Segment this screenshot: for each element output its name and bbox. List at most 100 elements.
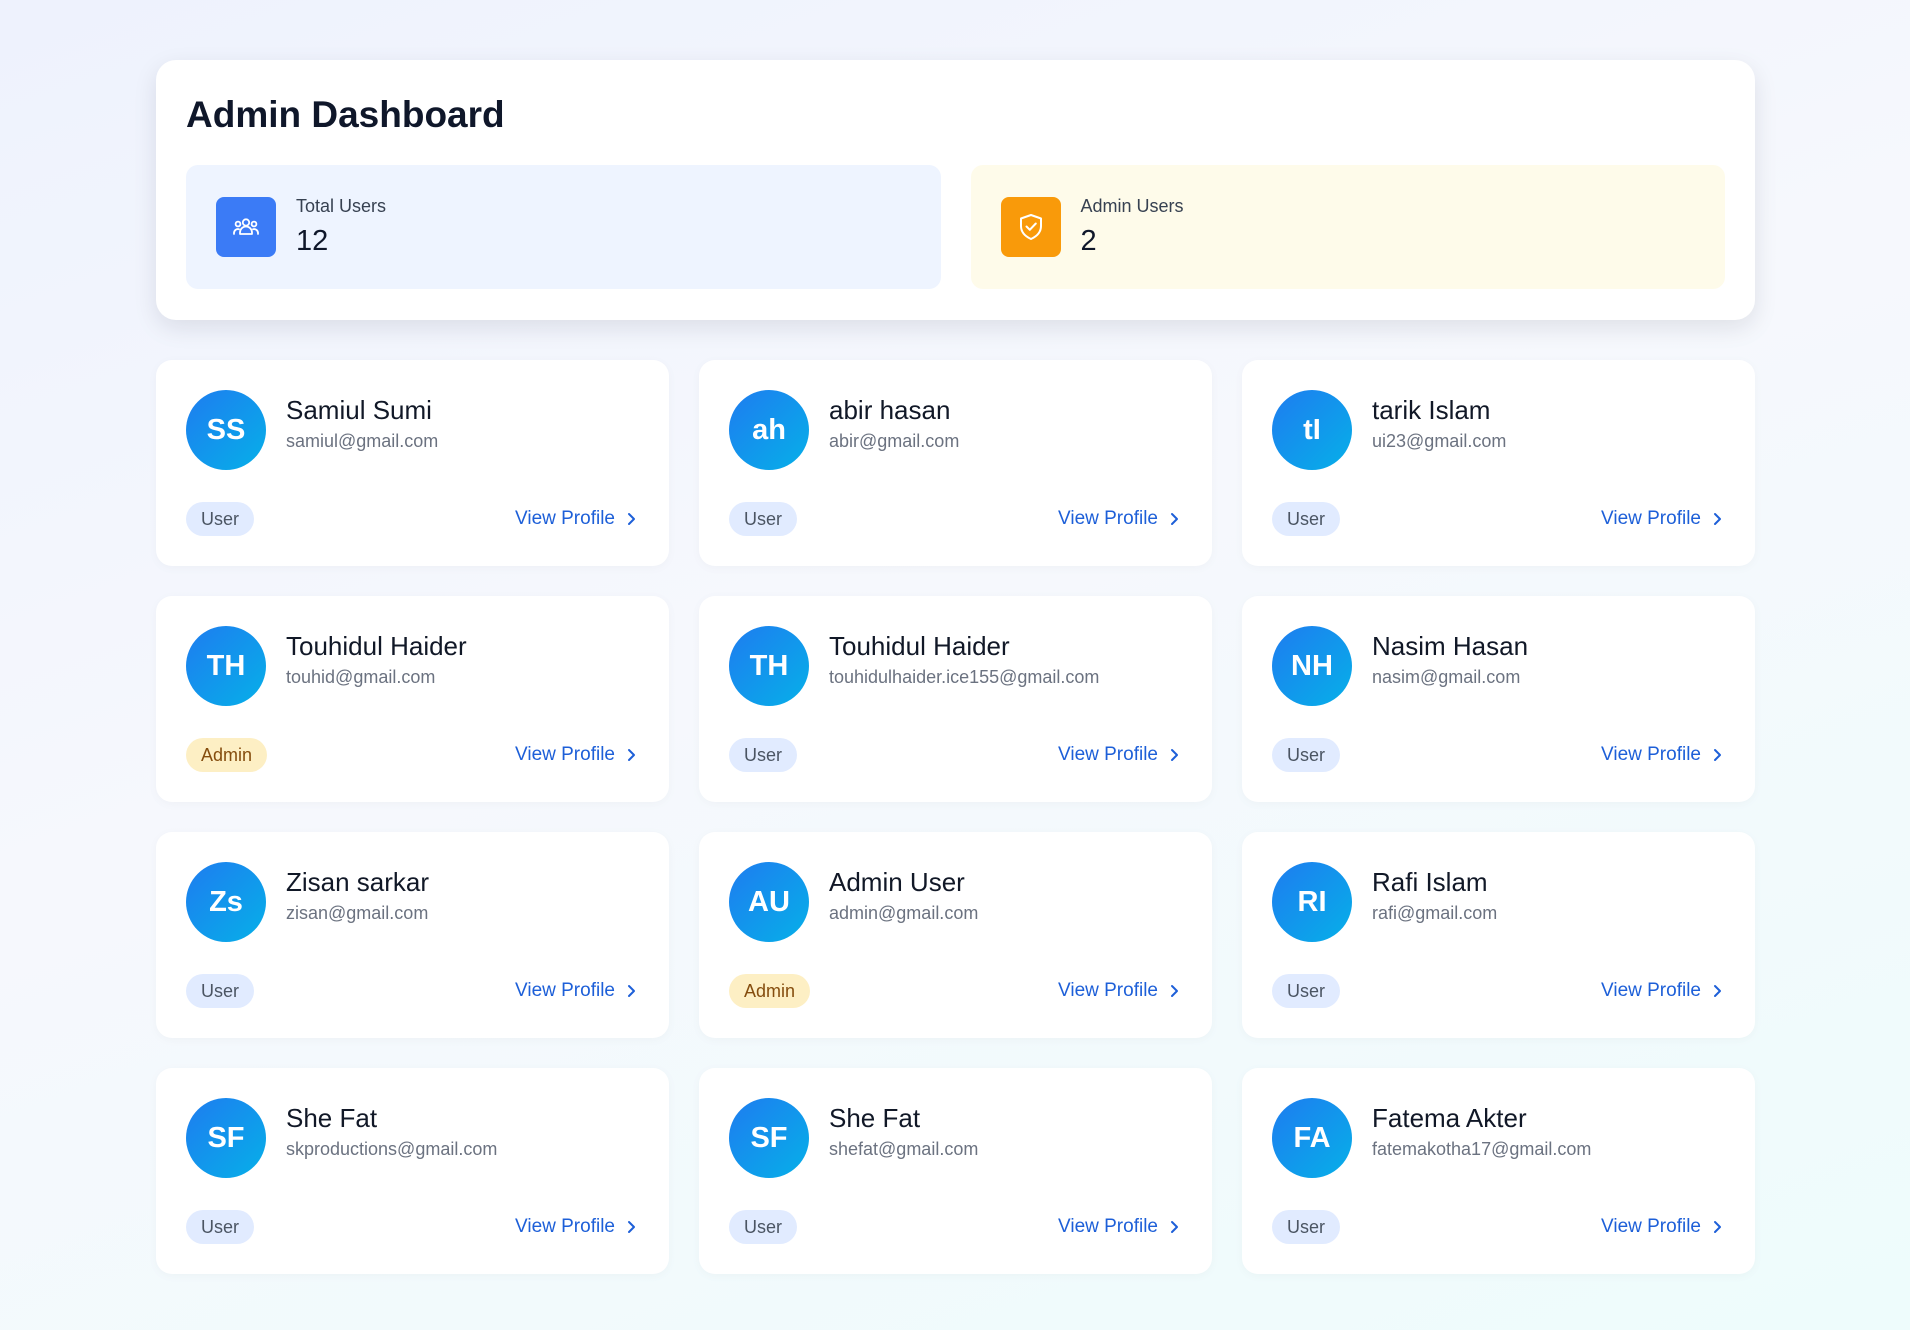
view-profile-label[interactable]: View Profile xyxy=(515,508,615,530)
user-card-header: FA Fatema Akter fatemakotha17@gmail.com xyxy=(1272,1098,1725,1178)
user-card-header: Zs Zisan sarkar zisan@gmail.com xyxy=(186,862,639,942)
user-card-header: ah abir hasan abir@gmail.com xyxy=(729,390,1182,470)
stat-label: Admin Users xyxy=(1080,196,1184,216)
user-card: NH Nasim Hasan nasim@gmail.com User View… xyxy=(1242,596,1755,802)
view-profile-link[interactable]: View Profile xyxy=(1601,980,1723,1002)
user-card-footer: User View Profile xyxy=(186,502,639,536)
view-profile-label[interactable]: View Profile xyxy=(1058,508,1158,530)
chevron-right-icon xyxy=(1171,985,1178,997)
view-profile-link[interactable]: View Profile xyxy=(1601,744,1723,766)
avatar: SF xyxy=(186,1098,266,1178)
user-info: Zisan sarkar zisan@gmail.com xyxy=(286,868,429,924)
user-card: SF She Fat shefat@gmail.com User View Pr… xyxy=(699,1068,1212,1274)
view-profile-label[interactable]: View Profile xyxy=(1058,744,1158,766)
user-card-footer: User View Profile xyxy=(186,1210,639,1244)
user-name: Rafi Islam xyxy=(1372,867,1488,898)
user-info: Samiul Sumi samiul@gmail.com xyxy=(286,396,438,452)
user-card-header: tI tarik Islam ui23@gmail.com xyxy=(1272,390,1725,470)
user-card: ah abir hasan abir@gmail.com User View P… xyxy=(699,360,1212,566)
user-card: SS Samiul Sumi samiul@gmail.com User Vie… xyxy=(156,360,669,566)
user-card-footer: User View Profile xyxy=(1272,502,1725,536)
view-profile-label[interactable]: View Profile xyxy=(1601,744,1701,766)
chevron-right-icon xyxy=(1171,1221,1178,1233)
view-profile-link[interactable]: View Profile xyxy=(1058,744,1180,766)
user-card-header: TH Touhidul Haider touhid@gmail.com xyxy=(186,626,639,706)
view-profile-label[interactable]: View Profile xyxy=(515,1216,615,1238)
role-badge: User xyxy=(1272,1210,1341,1244)
role-badge: User xyxy=(1272,738,1341,772)
avatar: RI xyxy=(1272,862,1352,942)
chevron-right-icon xyxy=(1714,513,1721,525)
user-info: Admin User admin@gmail.com xyxy=(829,868,978,924)
role-badge: User xyxy=(729,1210,798,1244)
avatar: AU xyxy=(729,862,809,942)
role-badge: Admin xyxy=(186,738,268,772)
user-name: Touhidul Haider xyxy=(286,631,467,662)
view-profile-label[interactable]: View Profile xyxy=(1601,1216,1701,1238)
user-name: Samiul Sumi xyxy=(286,395,432,426)
avatar: TH xyxy=(729,626,809,706)
view-profile-label[interactable]: View Profile xyxy=(1601,980,1701,1002)
user-name: Zisan sarkar xyxy=(286,867,430,898)
user-card-grid: SS Samiul Sumi samiul@gmail.com User Vie… xyxy=(156,360,1755,1274)
view-profile-label[interactable]: View Profile xyxy=(1058,980,1158,1002)
view-profile-label[interactable]: View Profile xyxy=(1601,508,1701,530)
chevron-right-icon xyxy=(1714,1221,1721,1233)
user-card: TH Touhidul Haider touhid@gmail.com Admi… xyxy=(156,596,669,802)
view-profile-link[interactable]: View Profile xyxy=(1601,1216,1723,1238)
view-profile-label[interactable]: View Profile xyxy=(515,744,615,766)
avatar-initials: TH xyxy=(206,649,246,682)
stat-value: 12 xyxy=(296,225,329,257)
avatar-initials: SS xyxy=(206,413,246,446)
dashboard-container: Admin Dashboard Total Users 12 Admin Use… xyxy=(156,60,1755,1274)
user-card: tI tarik Islam ui23@gmail.com User View … xyxy=(1242,360,1755,566)
avatar-initials: ah xyxy=(752,413,786,446)
user-name: Admin User xyxy=(829,867,965,898)
user-card: FA Fatema Akter fatemakotha17@gmail.com … xyxy=(1242,1068,1755,1274)
role-badge: User xyxy=(186,1210,255,1244)
user-info: Rafi Islam rafi@gmail.com xyxy=(1372,868,1497,924)
user-card: RI Rafi Islam rafi@gmail.com User View P… xyxy=(1242,832,1755,1038)
avatar: tI xyxy=(1272,390,1352,470)
avatar-initials: SF xyxy=(750,1121,788,1154)
role-badge: User xyxy=(186,502,255,536)
role-badge: Admin xyxy=(729,974,811,1008)
role-badge: User xyxy=(729,502,798,536)
user-email: touhid@gmail.com xyxy=(286,666,436,687)
avatar-initials: Zs xyxy=(209,885,243,918)
user-name: Nasim Hasan xyxy=(1372,631,1529,662)
role-badge: User xyxy=(186,974,255,1008)
avatar: SF xyxy=(729,1098,809,1178)
user-info: Touhidul Haider touhid@gmail.com xyxy=(286,632,467,688)
view-profile-link[interactable]: View Profile xyxy=(515,1216,637,1238)
user-card: TH Touhidul Haider touhidulhaider.ice155… xyxy=(699,596,1212,802)
view-profile-label[interactable]: View Profile xyxy=(515,980,615,1002)
stat-label: Total Users xyxy=(296,196,387,216)
stat-total-users: Total Users 12 xyxy=(186,165,941,289)
chevron-right-icon xyxy=(1171,749,1178,761)
avatar: NH xyxy=(1272,626,1352,706)
avatar-initials: RI xyxy=(1297,885,1327,918)
user-card-header: SS Samiul Sumi samiul@gmail.com xyxy=(186,390,639,470)
user-name: She Fat xyxy=(829,1103,921,1134)
user-card-footer: User View Profile xyxy=(729,738,1182,772)
user-card-header: SF She Fat shefat@gmail.com xyxy=(729,1098,1182,1178)
user-card-footer: User View Profile xyxy=(1272,738,1725,772)
view-profile-link[interactable]: View Profile xyxy=(1058,508,1180,530)
view-profile-link[interactable]: View Profile xyxy=(1058,1216,1180,1238)
view-profile-label[interactable]: View Profile xyxy=(1058,1216,1158,1238)
page-title: Admin Dashboard xyxy=(186,94,505,135)
avatar: SS xyxy=(186,390,266,470)
view-profile-link[interactable]: View Profile xyxy=(515,980,637,1002)
user-email: samiul@gmail.com xyxy=(286,430,439,451)
avatar-initials: SF xyxy=(207,1121,245,1154)
view-profile-link[interactable]: View Profile xyxy=(1058,980,1180,1002)
user-card-footer: User View Profile xyxy=(729,502,1182,536)
view-profile-link[interactable]: View Profile xyxy=(1601,508,1723,530)
view-profile-link[interactable]: View Profile xyxy=(515,508,637,530)
user-card-footer: User View Profile xyxy=(1272,974,1725,1008)
avatar-initials: AU xyxy=(748,885,790,918)
user-card-header: NH Nasim Hasan nasim@gmail.com xyxy=(1272,626,1725,706)
view-profile-link[interactable]: View Profile xyxy=(515,744,637,766)
stat-total-users-text: Total Users 12 xyxy=(296,196,386,258)
